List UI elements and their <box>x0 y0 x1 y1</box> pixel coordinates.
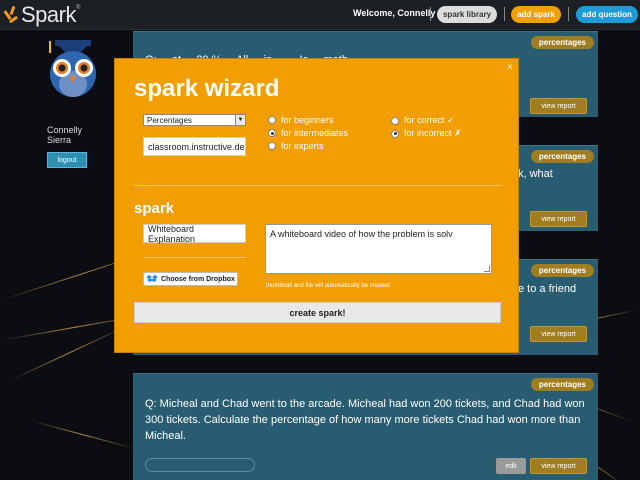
topic-tag[interactable]: percentages <box>530 36 594 49</box>
close-icon[interactable]: × <box>507 62 513 73</box>
topic-tag[interactable]: percentages <box>530 150 594 163</box>
level-option-beginners[interactable]: for beginners <box>268 115 334 125</box>
chevron-down-icon[interactable]: ▼ <box>235 115 245 125</box>
outcome-label: for incorrect ✗ <box>404 128 462 138</box>
modal-title: spark wizard <box>134 75 280 102</box>
edit-button[interactable]: edit <box>496 458 526 474</box>
section-divider <box>134 185 501 186</box>
level-label: for intermediates <box>281 128 349 138</box>
choose-from-dropbox-button[interactable]: Choose from Dropbox <box>143 272 238 286</box>
trademark: ® <box>75 5 81 11</box>
level-label: for beginners <box>281 115 334 125</box>
owl-avatar <box>45 40 100 100</box>
view-report-button[interactable]: view report <box>530 458 587 474</box>
light-streak <box>9 325 129 381</box>
level-label: for experts <box>281 141 324 151</box>
user-name: Connelly Sierra <box>47 125 82 145</box>
spark-wizard-modal: × spark wizard Percentages ▼ classroom.i… <box>114 58 519 353</box>
level-option-intermediates[interactable]: for intermediates <box>268 128 348 138</box>
welcome-text: Welcome, Connelly <box>353 8 436 18</box>
nav-divider <box>568 7 569 21</box>
outcome-label: for correct ✓ <box>404 115 455 125</box>
spark-logo-icon <box>2 4 20 26</box>
light-streak <box>29 420 137 450</box>
logo-text: Spark <box>21 2 76 27</box>
dropbox-label: Choose from Dropbox <box>161 275 235 283</box>
user-first-name: Connelly <box>47 125 83 135</box>
question-text: k, what <box>518 168 553 180</box>
level-option-experts[interactable]: for experts <box>268 141 324 151</box>
dropbox-icon <box>147 274 157 282</box>
topic-tag[interactable]: percentages <box>530 264 594 277</box>
nav-divider <box>430 7 431 21</box>
input-divider <box>143 257 246 258</box>
spark-library-button[interactable]: spark library <box>437 6 497 23</box>
view-report-button[interactable]: view report <box>530 211 587 227</box>
radio-button[interactable] <box>391 129 399 138</box>
add-question-button[interactable]: add question <box>576 6 638 23</box>
add-spark-button[interactable]: add spark <box>511 6 561 23</box>
answer-input[interactable] <box>145 458 255 472</box>
view-report-button[interactable]: view report <box>530 98 587 114</box>
auto-create-note: thumbnail and file will automatically be… <box>266 283 390 289</box>
description-textarea[interactable]: A whiteboard video of how the problem is… <box>265 224 492 274</box>
topic-select[interactable]: Percentages ▼ <box>143 114 246 126</box>
nav-divider <box>504 7 505 21</box>
question-text: Q: Micheal and Chad went to the arcade. … <box>145 398 585 442</box>
question-card: percentages Q: Micheal and Chad went to … <box>133 373 598 480</box>
description-text: A whiteboard video of how the problem is… <box>270 229 453 239</box>
create-spark-button[interactable]: create spark! <box>134 302 501 323</box>
logout-button[interactable]: logout <box>47 152 87 168</box>
resize-handle-icon[interactable] <box>484 266 490 272</box>
radio-button[interactable] <box>268 129 276 137</box>
topic-select-value: Percentages <box>147 115 192 125</box>
spark-logo[interactable]: Spark ® <box>2 2 80 28</box>
radio-button[interactable] <box>268 116 276 124</box>
user-last-name: Sierra <box>47 135 72 145</box>
url-input[interactable]: classroom.instructive.de <box>143 137 246 156</box>
spark-name-input[interactable]: Whiteboard Explanation <box>143 224 246 244</box>
radio-button[interactable] <box>268 142 276 150</box>
spark-section-title: spark <box>134 200 175 217</box>
top-bar: Spark ® Welcome, Connelly spark library … <box>0 0 640 30</box>
outcome-option-incorrect[interactable]: for incorrect ✗ <box>391 128 462 139</box>
view-report-button[interactable]: view report <box>530 326 587 342</box>
radio-button[interactable] <box>391 116 399 125</box>
topic-tag[interactable]: percentages <box>530 378 594 391</box>
question-text: e to a friend <box>518 283 577 295</box>
outcome-option-correct[interactable]: for correct ✓ <box>391 115 455 126</box>
